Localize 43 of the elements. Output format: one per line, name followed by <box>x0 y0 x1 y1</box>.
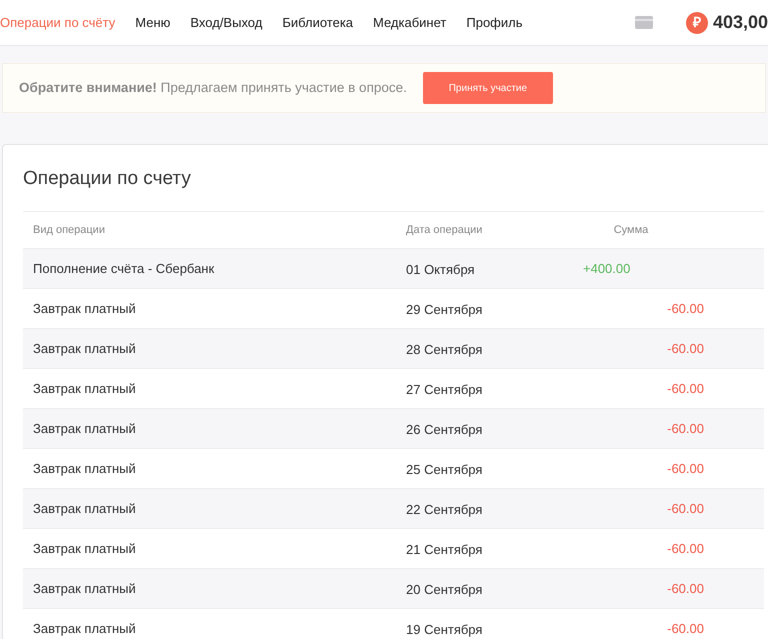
operation-amount: -60.00 <box>666 500 704 518</box>
operation-type: Завтрак платный <box>32 460 137 478</box>
nav-link[interactable]: Библиотека <box>282 12 354 32</box>
operation-date: 29 Сентября <box>406 300 484 319</box>
operation-type: Завтрак платный <box>32 500 137 518</box>
operation-type: Завтрак платный <box>32 380 137 398</box>
operation-type: Завтрак платный <box>32 620 137 638</box>
operation-date: 28 Сентября <box>406 340 484 359</box>
operation-date: 26 Сентября <box>406 420 484 439</box>
nav-link[interactable]: Медкабинет <box>373 12 446 32</box>
operation-date: 19 Сентября <box>406 620 484 639</box>
operation-amount: -60.00 <box>666 620 704 638</box>
nav-link[interactable]: Меню <box>135 12 170 32</box>
nav-link[interactable]: Вход/Выход <box>190 12 262 32</box>
column-header: Сумма <box>612 222 650 238</box>
operation-type: Завтрак платный <box>32 540 137 558</box>
operation-amount: -60.00 <box>666 460 704 478</box>
operation-amount: -60.00 <box>666 380 704 398</box>
operation-amount: -60.00 <box>666 340 704 358</box>
operation-type: Завтрак платный <box>32 340 137 358</box>
operation-date: 21 Сентября <box>406 540 484 559</box>
operation-amount: -60.00 <box>666 420 704 438</box>
operation-type: Завтрак платный <box>32 300 137 318</box>
operation-date: 22 Сентября <box>406 500 484 519</box>
operation-amount: -60.00 <box>666 580 704 598</box>
operation-date: 25 Сентября <box>406 460 484 479</box>
operation-date: 20 Сентября <box>406 580 484 599</box>
operation-amount: -60.00 <box>666 540 704 558</box>
column-header: Дата операции <box>406 222 484 238</box>
operation-amount: -60.00 <box>666 300 704 318</box>
column-header: Вид операции <box>32 222 106 238</box>
balance: 403,00 <box>712 11 768 34</box>
operation-type: Пополнение счёта - Сбербанк <box>32 260 216 278</box>
operation-type: Завтрак платный <box>32 420 137 438</box>
section-title: Операции по счету <box>23 167 192 191</box>
ruble-icon: ₽ <box>686 12 708 34</box>
card-icon <box>634 16 652 29</box>
nav-link[interactable]: Профиль <box>466 12 522 32</box>
operation-date: 01 Октября <box>406 260 476 279</box>
operation-date: 27 Сентября <box>406 380 484 399</box>
operation-type: Завтрак платный <box>32 580 137 598</box>
notice-text: Обратите внимание! Предлагаем принять участие в опросе. <box>19 78 407 97</box>
operation-amount: +400.00 <box>582 260 630 278</box>
